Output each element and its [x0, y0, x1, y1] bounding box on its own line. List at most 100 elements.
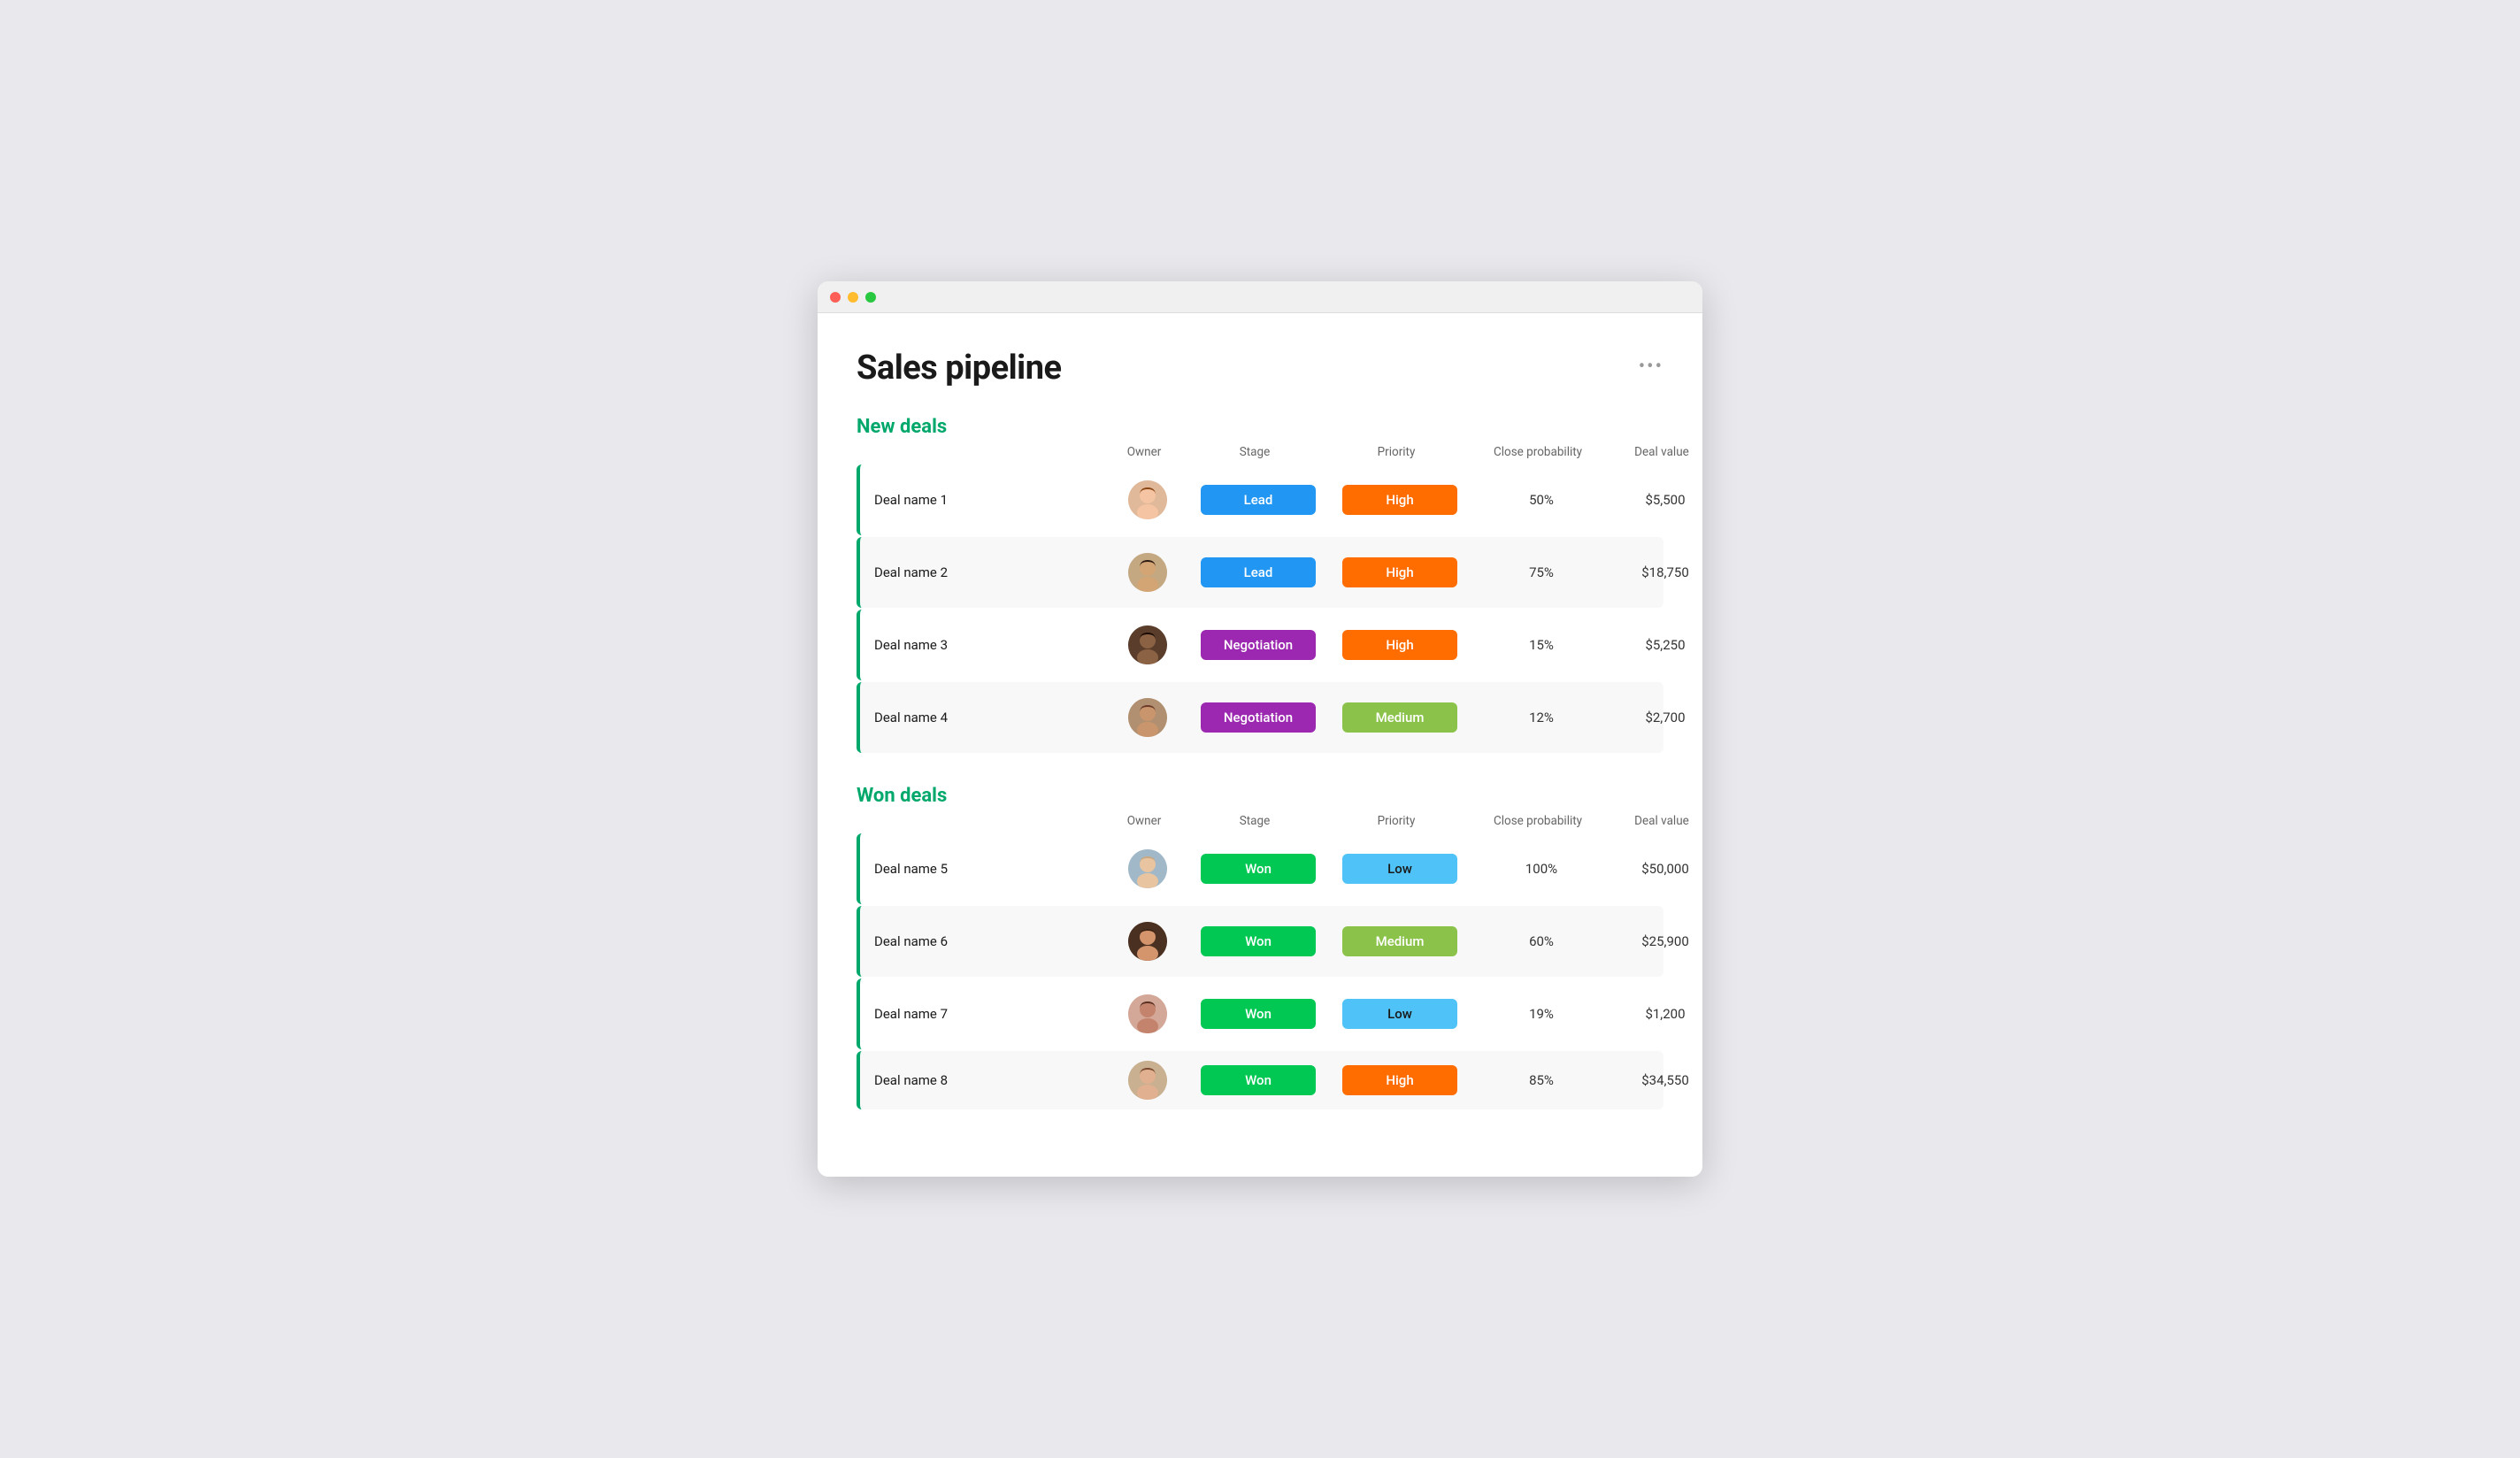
col-header-owner: Owner	[1104, 814, 1184, 828]
col-header-deal_value: Deal value	[1609, 814, 1702, 828]
priority-cell: Medium	[1329, 926, 1471, 956]
stage-cell: Negotiation	[1187, 630, 1329, 660]
close-probability: 85%	[1471, 1072, 1612, 1088]
stage-badge: Won	[1201, 854, 1316, 884]
deal-name: Deal name 4	[860, 710, 1108, 725]
priority-badge: Low	[1342, 999, 1457, 1029]
close-probability: 50%	[1471, 492, 1612, 508]
deal-name: Deal name 7	[860, 1006, 1108, 1022]
col-header-owner: Owner	[1104, 445, 1184, 459]
close-button[interactable]	[830, 292, 841, 303]
avatar	[1128, 553, 1167, 592]
col-header-empty	[857, 445, 1104, 459]
priority-badge: High	[1342, 557, 1457, 587]
table-header: OwnerStagePriorityClose probabilityDeal …	[857, 814, 1663, 833]
section-title-new-deals: New deals	[857, 416, 1663, 438]
priority-badge: Medium	[1342, 926, 1457, 956]
stage-badge: Negotiation	[1201, 630, 1316, 660]
priority-badge: Low	[1342, 854, 1457, 884]
col-header-priority: Priority	[1325, 445, 1467, 459]
titlebar	[818, 281, 1702, 313]
stage-cell: Lead	[1187, 557, 1329, 587]
app-window: Sales pipeline ••• New dealsOwnerStagePr…	[818, 281, 1702, 1177]
deal-name: Deal name 8	[860, 1072, 1108, 1088]
deal-row-2: Deal name 2LeadHigh75%$18,750🇬🇧+44 331 2…	[857, 537, 1663, 608]
priority-cell: High	[1329, 485, 1471, 515]
more-options-button[interactable]: •••	[1639, 356, 1663, 378]
owner-avatar-cell	[1108, 994, 1187, 1033]
priority-cell: High	[1329, 557, 1471, 587]
col-header-close_prob: Close probability	[1467, 445, 1609, 459]
deal-row-8: Deal name 8WonHigh85%$34,550🇸🇬+65 6789 8…	[857, 1051, 1663, 1109]
owner-avatar-cell	[1108, 625, 1187, 664]
deal-row-3: Deal name 3NegotiationHigh15%$5,250🇺🇸+1 …	[857, 610, 1663, 680]
owner-avatar-cell	[1108, 1061, 1187, 1100]
avatar	[1128, 1061, 1167, 1100]
stage-badge: Won	[1201, 1065, 1316, 1095]
owner-avatar-cell	[1108, 480, 1187, 519]
section-new-deals: New deals OwnerStagePriorityClose probabi…	[857, 416, 1663, 753]
stage-badge: Won	[1201, 926, 1316, 956]
col-header-deal_value: Deal value	[1609, 445, 1702, 459]
deal-row-1: Deal name 1LeadHigh50%$5,500🇹🇴+39 331 23…	[857, 464, 1663, 535]
priority-cell: High	[1329, 630, 1471, 660]
stage-cell: Lead	[1187, 485, 1329, 515]
stage-cell: Won	[1187, 1065, 1329, 1095]
page-title: Sales pipeline	[857, 349, 1062, 388]
avatar	[1128, 849, 1167, 888]
close-probability: 60%	[1471, 933, 1612, 949]
priority-badge: High	[1342, 630, 1457, 660]
avatar	[1128, 922, 1167, 961]
close-probability: 15%	[1471, 637, 1612, 653]
priority-cell: Medium	[1329, 702, 1471, 733]
table-header: OwnerStagePriorityClose probabilityDeal …	[857, 445, 1663, 464]
priority-badge: High	[1342, 485, 1457, 515]
owner-avatar-cell	[1108, 849, 1187, 888]
section-won-deals: Won deals OwnerStagePriorityClose probabi…	[857, 785, 1663, 1109]
col-header-stage: Stage	[1184, 814, 1325, 828]
avatar	[1128, 698, 1167, 737]
owner-avatar-cell	[1108, 553, 1187, 592]
minimize-button[interactable]	[848, 292, 858, 303]
stage-badge: Lead	[1201, 557, 1316, 587]
col-header-priority: Priority	[1325, 814, 1467, 828]
deal-value: $5,250	[1612, 637, 1702, 653]
avatar	[1128, 480, 1167, 519]
deal-name: Deal name 6	[860, 933, 1108, 949]
deal-row-4: Deal name 4NegotiationMedium12%$2,700🇺🇸+…	[857, 682, 1663, 753]
deal-name: Deal name 1	[860, 492, 1108, 508]
section-header-new-deals: New deals	[857, 416, 1663, 438]
stage-cell: Negotiation	[1187, 702, 1329, 733]
close-probability: 100%	[1471, 861, 1612, 877]
sections-container: New dealsOwnerStagePriorityClose probabi…	[857, 416, 1663, 1109]
deal-name: Deal name 3	[860, 637, 1108, 653]
owner-avatar-cell	[1108, 698, 1187, 737]
owner-avatar-cell	[1108, 922, 1187, 961]
priority-badge: Medium	[1342, 702, 1457, 733]
section-header-won-deals: Won deals	[857, 785, 1663, 807]
priority-cell: Low	[1329, 854, 1471, 884]
stage-cell: Won	[1187, 854, 1329, 884]
close-probability: 19%	[1471, 1006, 1612, 1022]
avatar	[1128, 994, 1167, 1033]
col-header-close_prob: Close probability	[1467, 814, 1609, 828]
page-header: Sales pipeline •••	[857, 349, 1663, 388]
deal-value: $1,200	[1612, 1006, 1702, 1022]
deal-name: Deal name 2	[860, 564, 1108, 580]
deal-value: $5,500	[1612, 492, 1702, 508]
deal-row-7: Deal name 7WonLow19%$1,200🇺🇸+1 203 445 4…	[857, 978, 1663, 1049]
section-title-won-deals: Won deals	[857, 785, 1663, 807]
deal-name: Deal name 5	[860, 861, 1108, 877]
avatar	[1128, 625, 1167, 664]
close-probability: 75%	[1471, 564, 1612, 580]
deal-value: $34,550	[1612, 1072, 1702, 1088]
close-probability: 12%	[1471, 710, 1612, 725]
priority-cell: Low	[1329, 999, 1471, 1029]
traffic-lights	[830, 292, 876, 303]
deal-row-6: Deal name 6WonMedium60%$25,900🇨🇭+44 331 …	[857, 906, 1663, 977]
stage-badge: Won	[1201, 999, 1316, 1029]
stage-cell: Won	[1187, 999, 1329, 1029]
priority-badge: High	[1342, 1065, 1457, 1095]
deal-row-5: Deal name 5WonLow100%$50,000🇷🇺+39 331 23…	[857, 833, 1663, 904]
maximize-button[interactable]	[865, 292, 876, 303]
